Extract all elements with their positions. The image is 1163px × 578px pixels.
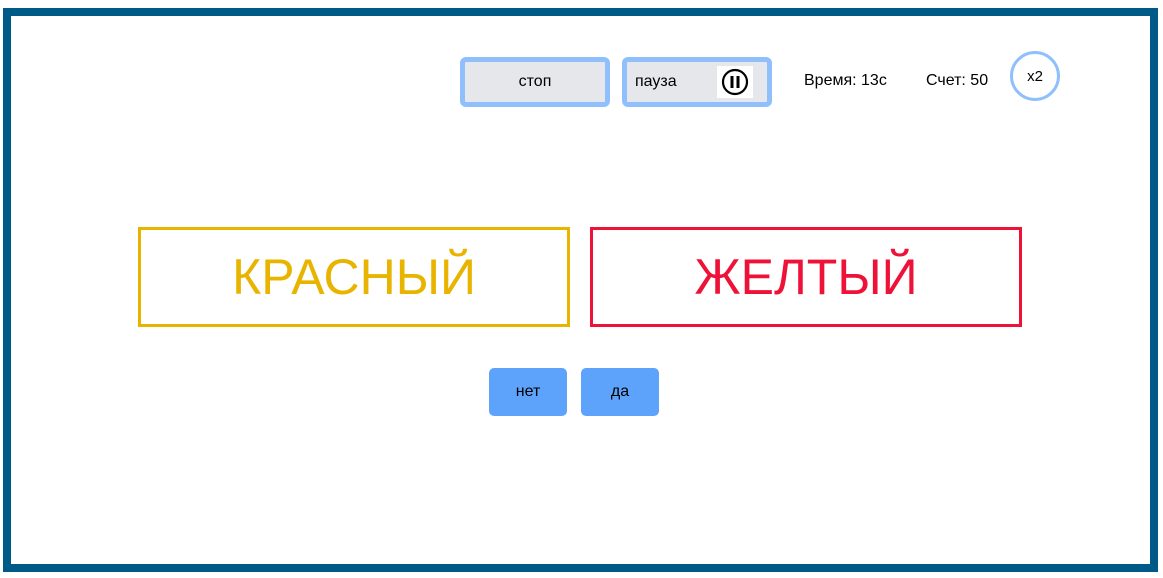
multiplier-badge: x2	[1010, 51, 1060, 101]
stop-button[interactable]: стоп	[460, 57, 610, 107]
multiplier-label: x2	[1027, 67, 1043, 85]
time-display: Время: 13с	[804, 72, 887, 89]
yes-button-label: да	[610, 383, 630, 400]
yes-button[interactable]: да	[581, 368, 659, 416]
score-display: Счет: 50	[926, 72, 989, 89]
pause-icon	[717, 66, 753, 98]
meaning-word: КРАСНЫЙ	[232, 249, 476, 305]
pause-button[interactable]: пауза	[622, 57, 772, 107]
no-button[interactable]: нет	[489, 368, 567, 416]
ink-card: ЖЕЛТЫЙ	[590, 227, 1022, 327]
meaning-card: КРАСНЫЙ	[138, 227, 570, 327]
stop-button-label: стоп	[518, 73, 552, 90]
pause-button-label: пауза	[635, 73, 677, 90]
no-button-label: нет	[515, 383, 541, 400]
ink-word: ЖЕЛТЫЙ	[694, 249, 918, 305]
